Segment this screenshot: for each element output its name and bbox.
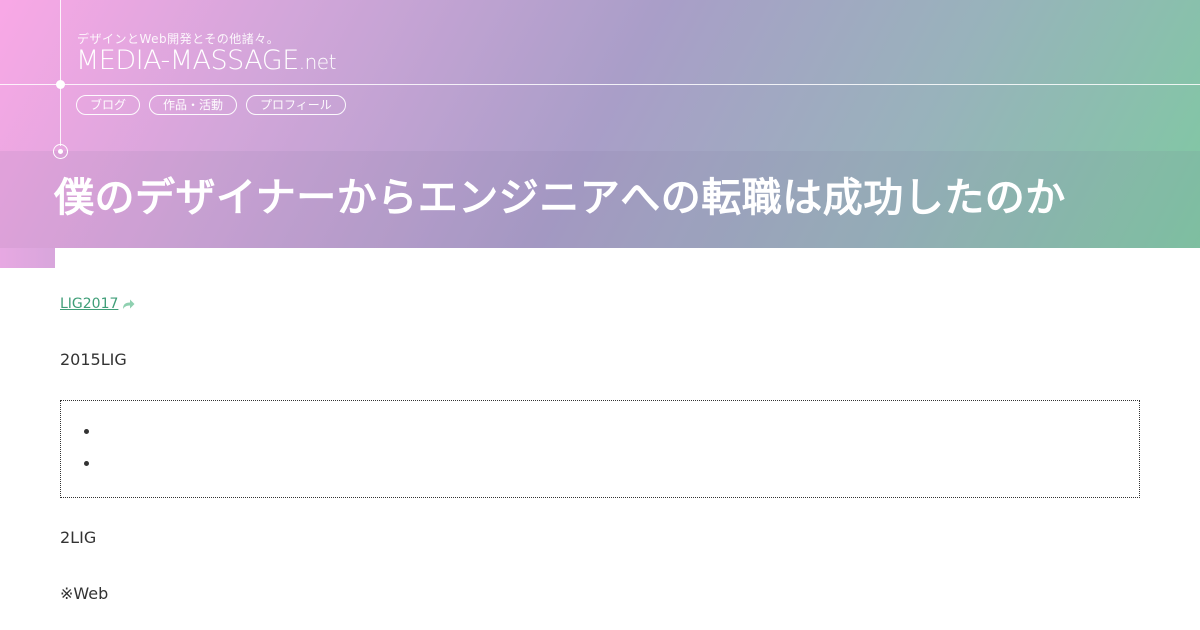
decor-vertical-line bbox=[60, 0, 61, 146]
share-arrow-icon bbox=[122, 298, 135, 311]
table-of-contents bbox=[60, 400, 1140, 498]
site-logo-link[interactable]: MEDIA-MASSAGE.net bbox=[76, 45, 336, 76]
site-title-main: MEDIA-MASSAGE bbox=[76, 45, 299, 76]
article-paragraph: ※Web bbox=[60, 584, 109, 603]
article-paragraph: 2LIG bbox=[60, 528, 97, 547]
main-nav: ブログ 作品・活動 プロフィール bbox=[76, 95, 346, 115]
tag-label: LIG2017 bbox=[60, 296, 119, 312]
toc-item[interactable] bbox=[101, 454, 1139, 486]
nav-item-blog[interactable]: ブログ bbox=[76, 95, 141, 115]
article-paragraph: 2015LIG bbox=[60, 350, 127, 369]
decor-dot bbox=[56, 80, 65, 89]
page-title: 僕のデザイナーからエンジニアへの転職は成功したのか bbox=[54, 175, 1066, 221]
hero-left-extension bbox=[0, 248, 55, 268]
nav-item-profile[interactable]: プロフィール bbox=[246, 95, 346, 115]
site-title-tld: .net bbox=[298, 50, 337, 74]
decor-ring bbox=[53, 144, 68, 159]
hero-header: デザインとWeb開発とその他諸々。 MEDIA-MASSAGE.net ブログ … bbox=[0, 0, 1200, 248]
nav-item-works[interactable]: 作品・活動 bbox=[149, 95, 238, 115]
tag-link[interactable]: LIG2017 bbox=[60, 296, 135, 312]
decor-horizontal-line bbox=[0, 84, 1200, 85]
toc-item[interactable] bbox=[101, 422, 1139, 454]
